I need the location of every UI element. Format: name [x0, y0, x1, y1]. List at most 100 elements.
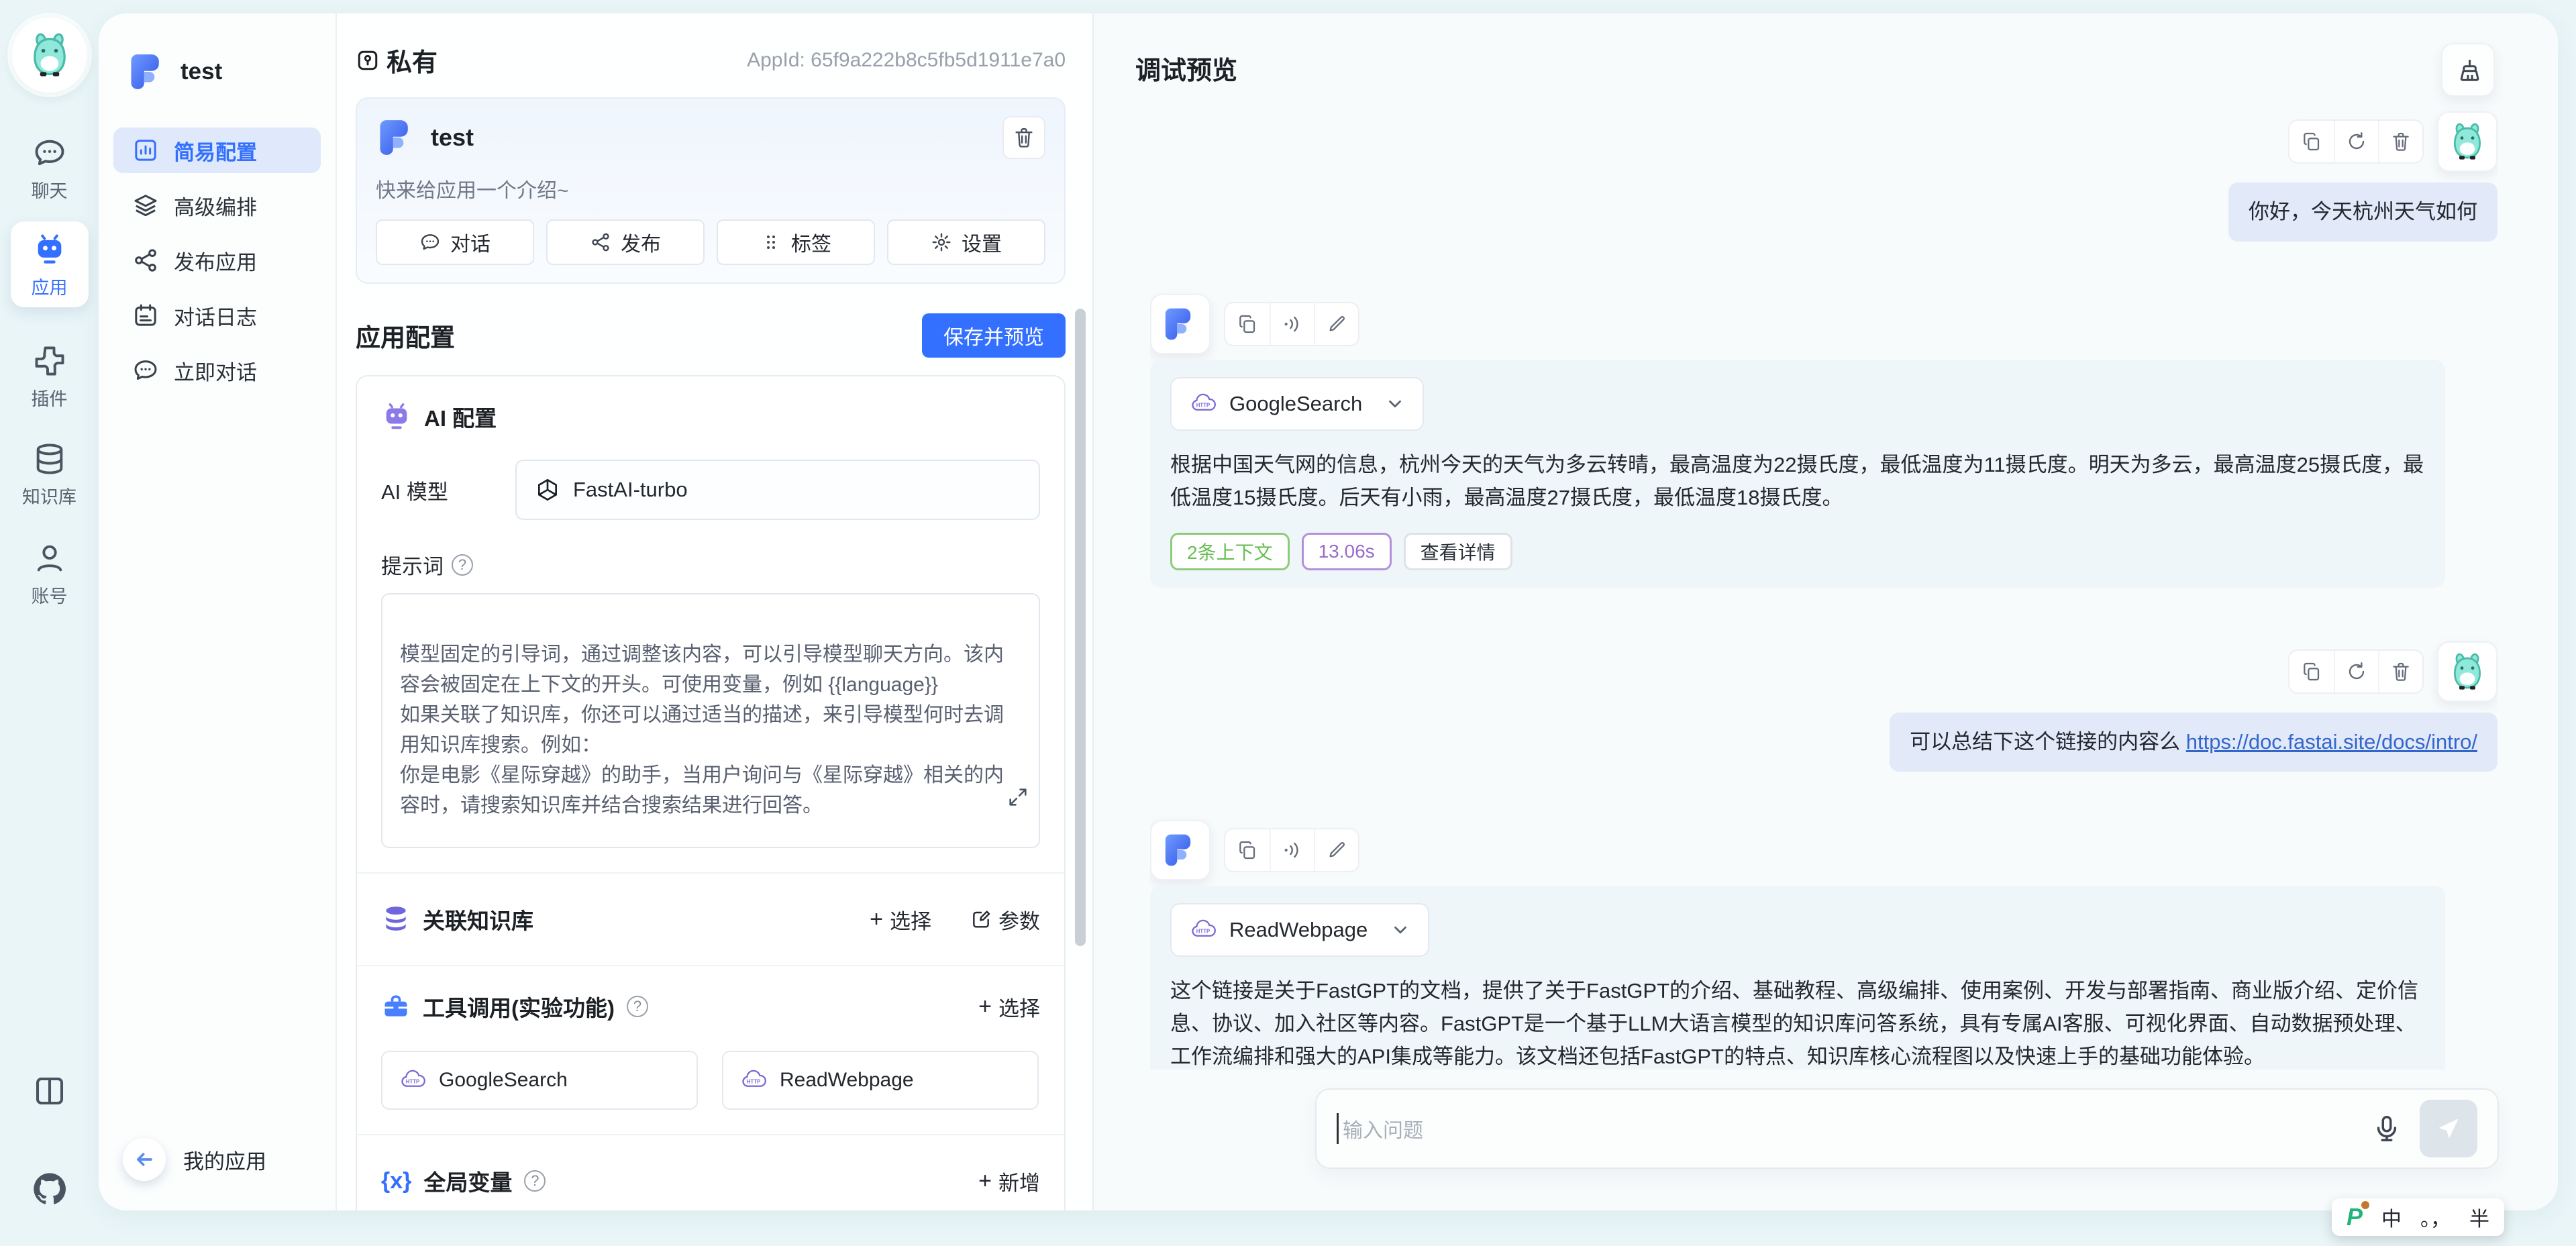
sidebar-item-start-chat[interactable]: 立即对话	[113, 348, 321, 393]
view-details-button[interactable]: 查看详情	[1404, 533, 1512, 570]
settings-action-button[interactable]: 设置	[887, 219, 1045, 265]
chat-input[interactable]: 输入问题	[1315, 1088, 2499, 1169]
edit-button[interactable]	[1314, 303, 1358, 345]
tool-name: ReadWebpage	[1229, 918, 1368, 942]
question-icon[interactable]: ?	[452, 554, 473, 576]
ime-statusbar[interactable]: P 中 。， 半	[2332, 1198, 2504, 1236]
prompt-textarea[interactable]: 模型固定的引导词，通过调整该内容，可以引导模型聊天方向。该内容会被固定在上下文的…	[381, 593, 1040, 848]
tool-item-googlesearch[interactable]: GoogleSearch	[381, 1051, 698, 1110]
bot-message-text: 根据中国天气网的信息，杭州今天的天气为多云转晴，最高温度为22摄氏度，最低温度为…	[1170, 448, 2425, 514]
model-select[interactable]: FastAI-turbo	[515, 460, 1040, 520]
chat-action-button[interactable]: 对话	[376, 219, 534, 265]
user-message-bubble: 你好，今天杭州天气如何	[2228, 183, 2497, 242]
question-icon[interactable]: ?	[524, 1170, 546, 1192]
bot-avatar[interactable]	[1150, 820, 1210, 880]
tools-section: 工具调用(实验功能) ? + 选择 GoogleSearch	[357, 965, 1064, 1134]
action-label: 发布	[621, 227, 661, 257]
delete-button[interactable]	[2378, 651, 2422, 692]
user-avatar[interactable]	[2437, 111, 2497, 172]
rail-item-plugins[interactable]: 插件	[32, 344, 68, 411]
dataset-database-icon	[381, 904, 411, 934]
expand-icon[interactable]	[1007, 756, 1029, 839]
time-badge[interactable]: 13.06s	[1302, 533, 1392, 570]
copy-button[interactable]	[2289, 651, 2334, 692]
tools-title: 工具调用(实验功能)	[423, 990, 615, 1023]
select-label: 选择	[998, 992, 1040, 1022]
braces-x-icon: {x}	[381, 1168, 411, 1194]
chart-square-icon	[132, 137, 159, 164]
read-aloud-button[interactable]	[1270, 303, 1314, 345]
tags-action-button[interactable]: 标签	[717, 219, 875, 265]
copy-button[interactable]	[1225, 303, 1270, 345]
app-sidebar: test 简易配置 高级编排 发布应用 对话日志 立即对话	[99, 13, 337, 1210]
sidebar-item-chat-logs[interactable]: 对话日志	[113, 293, 321, 338]
bot-avatar[interactable]	[1150, 294, 1210, 354]
variables-title: 全局变量	[423, 1165, 512, 1197]
docs-button[interactable]	[32, 1073, 68, 1109]
user-message-header	[1150, 111, 2497, 172]
tool-run-googlesearch[interactable]: GoogleSearch	[1170, 377, 1424, 431]
edit-button[interactable]	[1314, 829, 1358, 871]
tool-item-readwebpage[interactable]: ReadWebpage	[722, 1051, 1039, 1110]
prompt-placeholder: 模型固定的引导词，通过调整该内容，可以引导模型聊天方向。该内容会被固定在上下文的…	[400, 643, 1004, 817]
action-label: 标签	[791, 227, 831, 257]
sidebar-item-publish-app[interactable]: 发布应用	[113, 238, 321, 283]
rail-item-apps[interactable]: 应用	[11, 221, 89, 307]
message-toolbar	[2288, 119, 2424, 164]
clear-history-button[interactable]	[2441, 43, 2495, 97]
copy-button[interactable]	[1225, 829, 1270, 871]
back-button[interactable]	[123, 1138, 166, 1181]
mic-button[interactable]	[2371, 1113, 2402, 1144]
message-link[interactable]: https://doc.fastai.site/docs/intro/	[2186, 730, 2477, 754]
plus-icon: +	[978, 1170, 992, 1192]
context-badge[interactable]: 2条上下文	[1170, 533, 1290, 570]
tool-name: ReadWebpage	[780, 1069, 914, 1092]
retry-button[interactable]	[2334, 651, 2378, 692]
send-button[interactable]	[2420, 1100, 2477, 1157]
app-card-name: test	[431, 123, 474, 152]
retry-icon	[2346, 661, 2367, 682]
debug-title: 调试预览	[1135, 50, 1237, 87]
mascot-avatar-icon	[2446, 650, 2489, 693]
user-avatar[interactable]	[2437, 641, 2497, 702]
dataset-select-button[interactable]: + 选择	[870, 904, 931, 935]
broom-icon	[2454, 56, 2482, 84]
retry-button[interactable]	[2334, 121, 2378, 162]
app-logo	[1162, 831, 1199, 869]
question-icon[interactable]: ?	[627, 996, 648, 1017]
ime-width-mode[interactable]: 半	[2469, 1202, 2489, 1232]
sound-icon	[1282, 313, 1303, 335]
delete-button[interactable]	[2378, 121, 2422, 162]
model-label: AI 模型	[381, 475, 515, 505]
dots-grid-icon	[760, 231, 782, 253]
tool-run-readwebpage[interactable]: ReadWebpage	[1170, 903, 1429, 957]
rail-item-account[interactable]: 账号	[32, 541, 68, 608]
copy-button[interactable]	[2289, 121, 2334, 162]
read-aloud-button[interactable]	[1270, 829, 1314, 871]
user-message-text: 你好，今天杭州天气如何	[2249, 200, 2477, 223]
publish-action-button[interactable]: 发布	[546, 219, 705, 265]
http-cloud-icon	[399, 1066, 427, 1094]
dataset-params-button[interactable]: 参数	[970, 904, 1040, 935]
tool-name: GoogleSearch	[1229, 392, 1362, 416]
rail-item-chat[interactable]: 聊天	[32, 136, 68, 203]
github-button[interactable]	[30, 1170, 69, 1208]
sidebar-item-advanced-flow[interactable]: 高级编排	[113, 183, 321, 228]
delete-app-button[interactable]	[1002, 116, 1045, 159]
sidebar-item-label: 高级编排	[174, 191, 257, 221]
sound-icon	[1282, 839, 1303, 861]
calendar-icon	[132, 302, 159, 329]
back-to-my-apps[interactable]: 我的应用	[123, 1138, 266, 1181]
sidebar-item-simple-config[interactable]: 简易配置	[113, 127, 321, 173]
account-avatar[interactable]	[12, 17, 87, 93]
bot-message-header	[1150, 294, 1359, 354]
config-scrollbar[interactable]	[1075, 309, 1086, 946]
ime-punct-mode[interactable]: 。，	[2420, 1202, 2451, 1232]
save-and-preview-button[interactable]: 保存并预览	[922, 313, 1066, 358]
tools-select-button[interactable]: + 选择	[978, 992, 1040, 1022]
ime-lang-mode[interactable]: 中	[2381, 1202, 2402, 1232]
rail-item-datasets[interactable]: 知识库	[22, 442, 76, 509]
variables-add-button[interactable]: + 新增	[978, 1166, 1040, 1196]
arrow-left-icon	[133, 1148, 156, 1171]
rail-item-label: 插件	[32, 384, 68, 411]
